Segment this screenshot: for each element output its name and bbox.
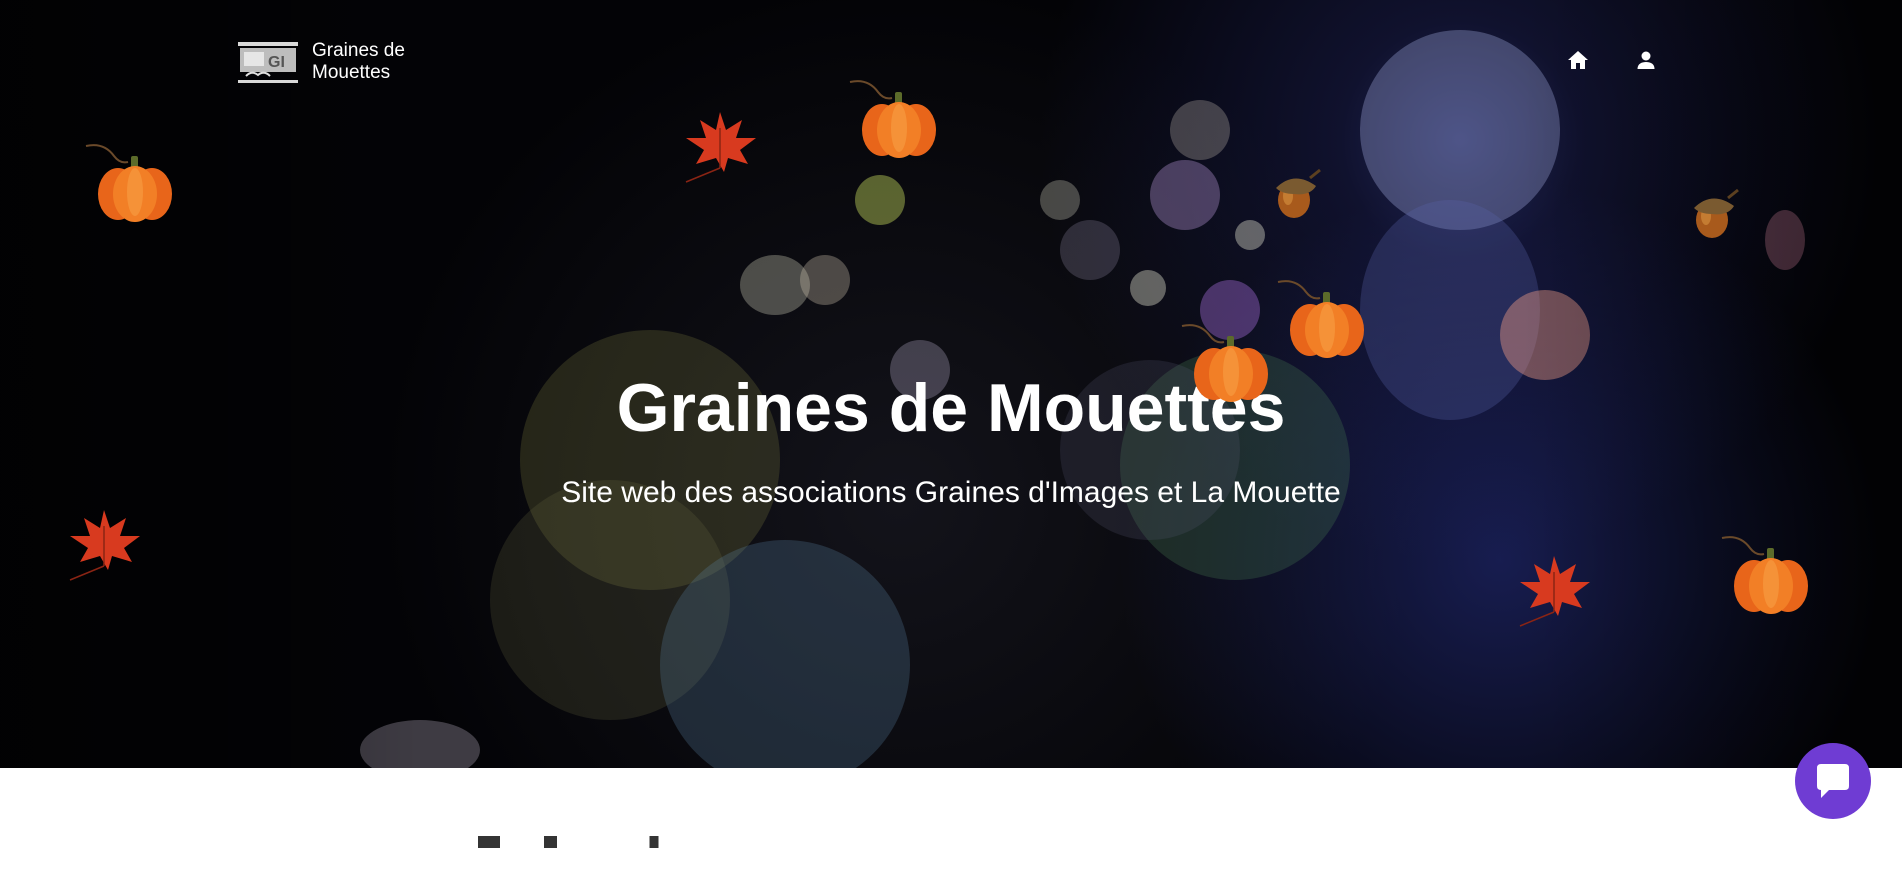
pumpkin-icon bbox=[1721, 536, 1808, 614]
user-icon bbox=[1637, 51, 1655, 69]
brand-link[interactable]: GI Graines de Mouettes bbox=[238, 40, 422, 84]
maple-leaf-icon bbox=[1519, 556, 1590, 627]
graines-mouette-logo-icon: GI bbox=[238, 40, 298, 84]
maple-leaf-icon bbox=[685, 112, 756, 183]
hero-subtitle: Site web des associations Graines d'Imag… bbox=[561, 476, 1341, 509]
brand-name: Graines de Mouettes bbox=[312, 40, 422, 84]
maple-leaf-icon bbox=[69, 510, 140, 581]
pumpkin-icon bbox=[1277, 280, 1364, 358]
pumpkin-icon bbox=[849, 80, 936, 158]
chat-bubble-icon bbox=[1817, 764, 1849, 798]
content-heading-peek bbox=[478, 836, 698, 848]
acorn-icon bbox=[1694, 188, 1739, 238]
brand-name-line2: Mouettes bbox=[312, 62, 391, 83]
chat-button[interactable] bbox=[1795, 743, 1871, 819]
brand-name-line1: Graines de bbox=[312, 40, 405, 61]
svg-text:GI: GI bbox=[268, 54, 285, 71]
nav-icon-group bbox=[1566, 48, 1658, 72]
pumpkin-icon bbox=[85, 144, 172, 222]
home-icon bbox=[1568, 51, 1588, 69]
acorn-icon bbox=[1276, 168, 1321, 218]
home-link[interactable] bbox=[1566, 48, 1590, 72]
content-card bbox=[38, 768, 1864, 888]
account-link[interactable] bbox=[1634, 48, 1658, 72]
hero-title: Graines de Mouettes bbox=[616, 370, 1286, 446]
pumpkin-icon bbox=[1181, 324, 1268, 402]
